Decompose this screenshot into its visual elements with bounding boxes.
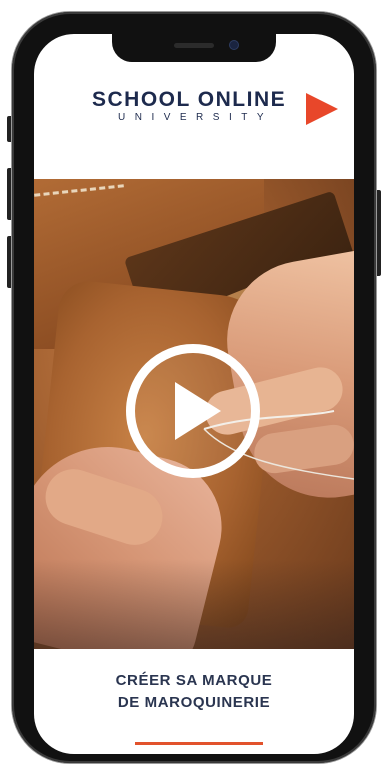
title-underline	[135, 742, 263, 745]
play-triangle-logo-icon	[306, 93, 338, 125]
speaker-grille	[174, 43, 214, 48]
play-button[interactable]	[126, 344, 260, 478]
phone-screen: SCHOOL ONLINE UNIVERSITY CRÉER SA MARQUE	[34, 34, 354, 754]
course-title-line-2: DE MAROQUINERIE	[117, 694, 271, 711]
course-title: CRÉER SA MARQUE DE MAROQUINERIE	[34, 670, 354, 714]
play-icon	[175, 382, 221, 440]
course-title-line-1: CRÉER SA MARQUE	[115, 672, 273, 689]
video-thumbnail[interactable]	[34, 179, 354, 649]
front-camera-icon	[230, 41, 238, 49]
brand-name: SCHOOL ONLINE	[92, 88, 287, 111]
brand-subtitle: UNIVERSITY	[118, 112, 274, 123]
phone-notch	[112, 34, 276, 62]
